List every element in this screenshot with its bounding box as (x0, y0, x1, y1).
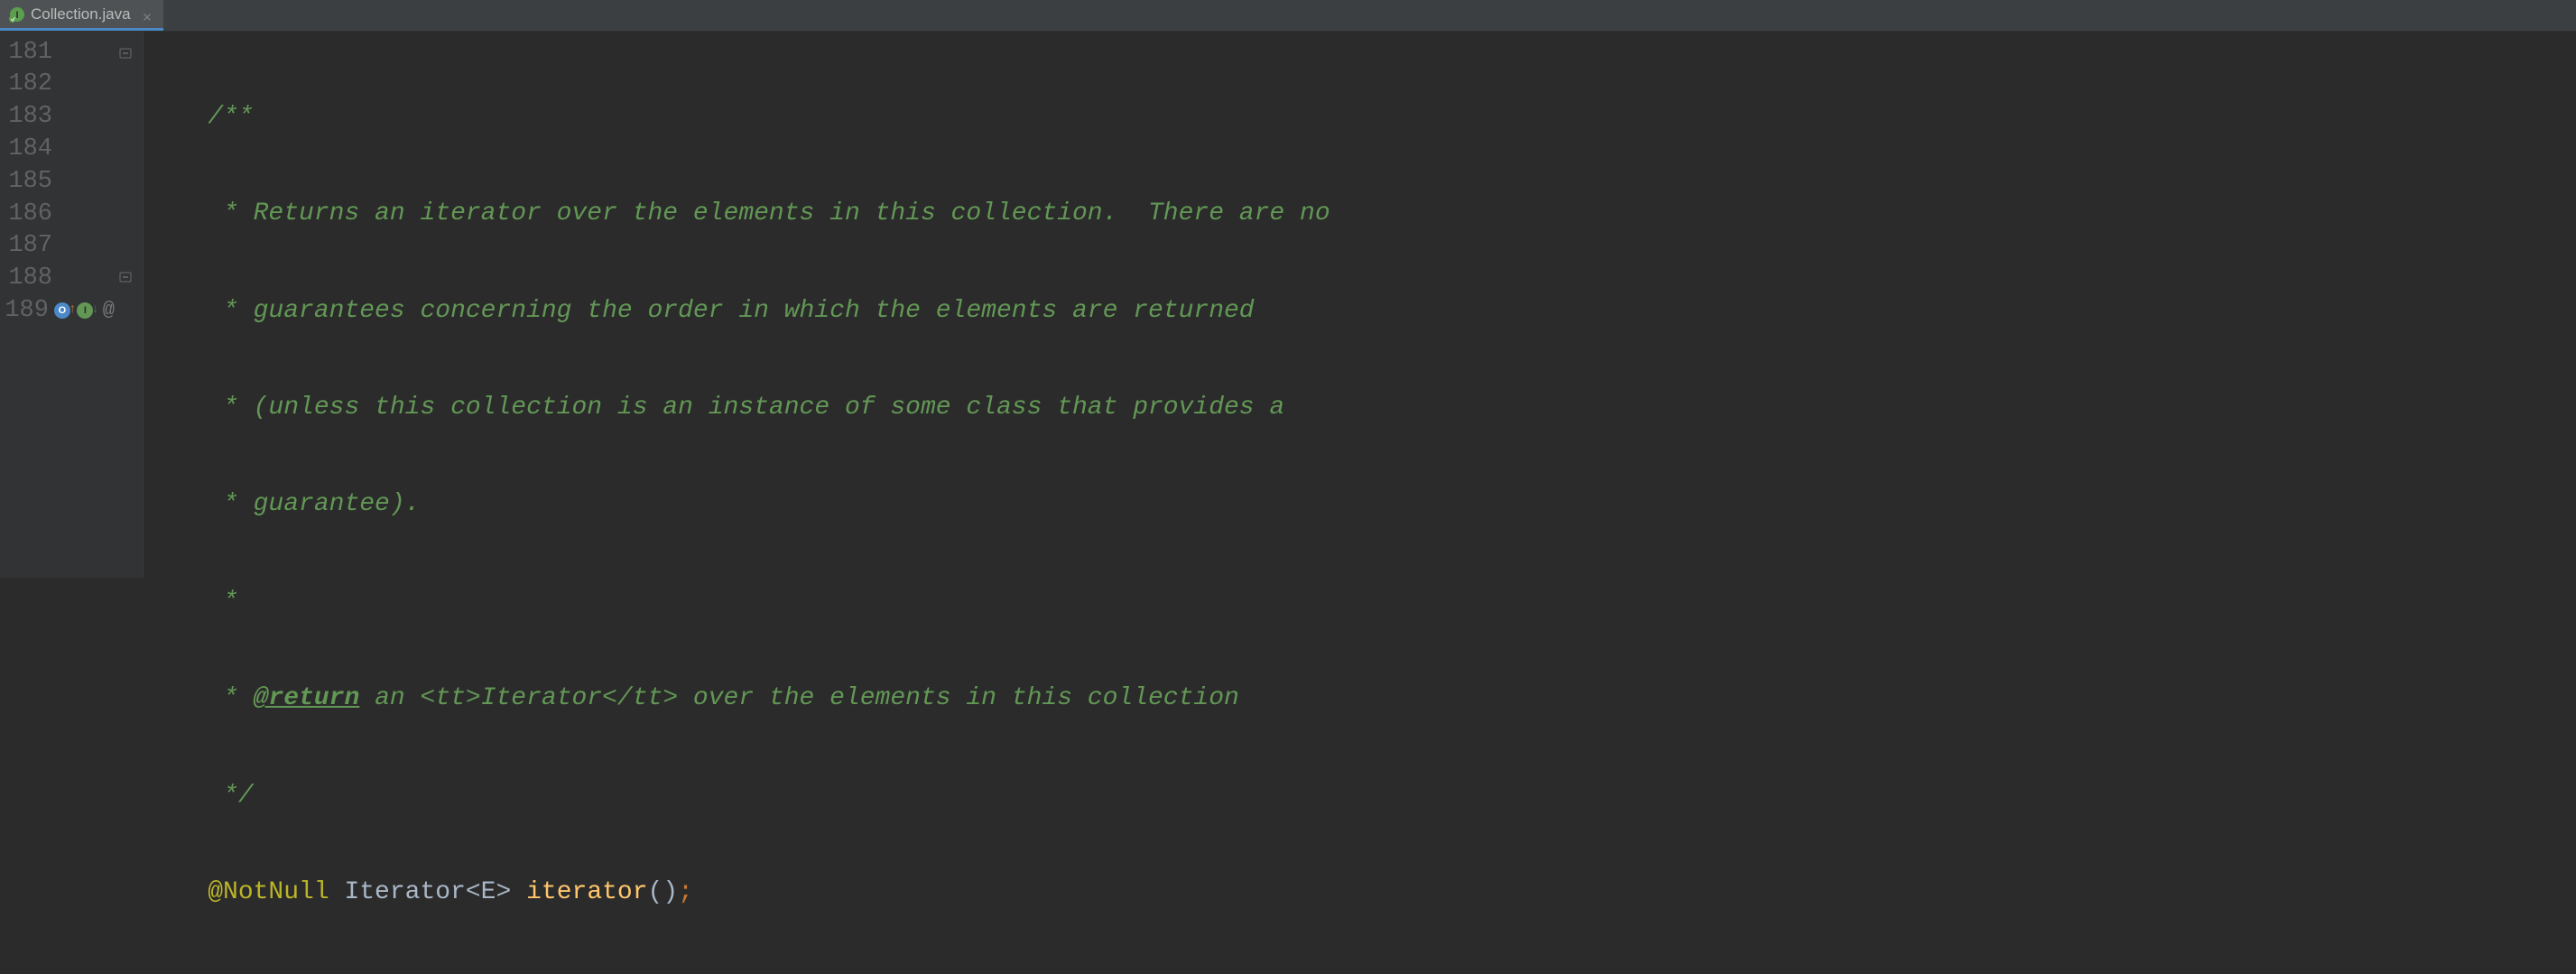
fold-collapse-icon[interactable] (118, 46, 133, 59)
code-line: * (unless this collection is an instance… (147, 392, 2576, 424)
fold-end-icon[interactable] (118, 272, 133, 284)
editor-area: 181 182 183 184 185 186 187 188 189 O ↑ … (0, 32, 2576, 578)
code-line: * guarantees concerning the order in whi… (147, 295, 2576, 328)
java-interface-icon: I (9, 6, 25, 23)
code-line: /** (147, 101, 2576, 134)
close-icon[interactable] (142, 8, 154, 21)
gutter-method-markers[interactable]: O ↑ I ↓ @ (51, 298, 115, 323)
code-line: * guarantee). (147, 488, 2576, 521)
method-name: iterator (526, 877, 647, 909)
code-line: * @return an <tt>Iterator</tt> over the … (147, 682, 2576, 715)
line-number: 184 (0, 134, 54, 165)
tab-filename: Collection.java (31, 5, 131, 24)
line-number: 182 (0, 69, 54, 100)
line-number: 185 (0, 166, 54, 198)
code-line: * Returns an iterator over the elements … (147, 198, 2576, 230)
arrow-up-icon: ↑ (69, 302, 76, 319)
javadoc-return-tag: @return (254, 684, 360, 712)
annotation-marker-icon[interactable]: @ (103, 298, 115, 323)
line-number: 188 (0, 263, 54, 294)
gutter: 181 182 183 184 185 186 187 188 189 O ↑ … (0, 32, 144, 578)
code-line: @NotNull Iterator<E> iterator(); (147, 877, 2576, 909)
code-area[interactable]: /** * Returns an iterator over the eleme… (144, 32, 2576, 578)
code-line: */ (147, 780, 2576, 812)
line-number: 189 (0, 295, 51, 327)
line-number: 187 (0, 230, 54, 262)
code-line: * (147, 586, 2576, 618)
line-number: 183 (0, 101, 54, 133)
tab-bar: I Collection.java (0, 0, 2576, 32)
annotation-notnull: @NotNull (208, 877, 329, 909)
line-number: 186 (0, 199, 54, 230)
line-number: 181 (0, 37, 54, 69)
arrow-down-icon: ↓ (91, 302, 98, 319)
file-tab-collection[interactable]: I Collection.java (0, 0, 163, 31)
